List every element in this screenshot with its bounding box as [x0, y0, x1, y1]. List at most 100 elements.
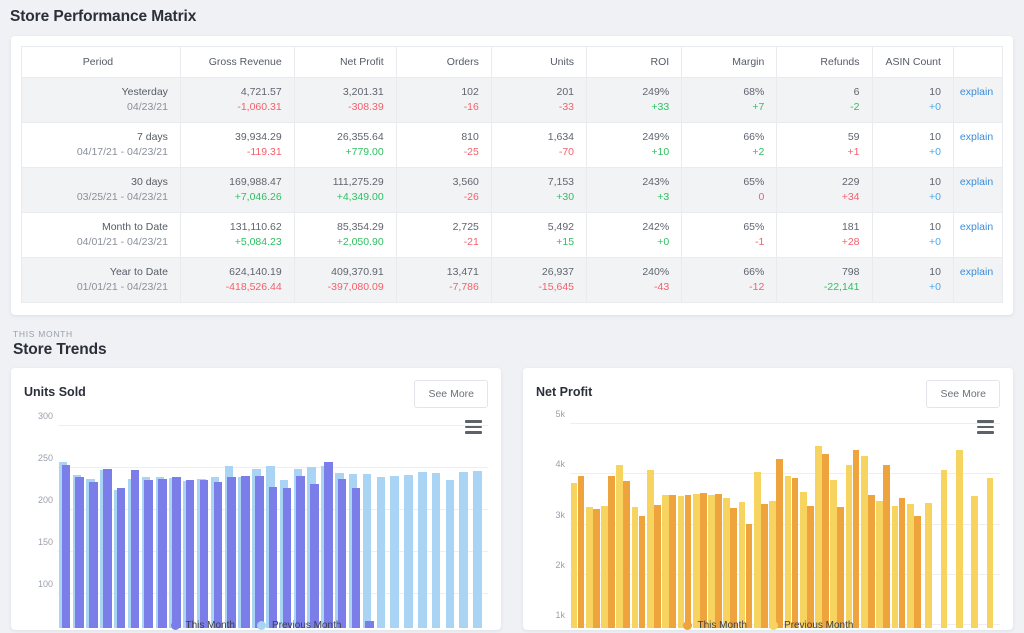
- see-more-button[interactable]: See More: [926, 380, 1000, 408]
- bar-previous-month[interactable]: [362, 474, 372, 628]
- bar-this-month[interactable]: [623, 480, 631, 628]
- bar-previous-month[interactable]: [784, 475, 792, 628]
- bar-previous-month[interactable]: [631, 507, 639, 628]
- bar-this-month[interactable]: [791, 478, 799, 628]
- bar-previous-month[interactable]: [830, 479, 838, 628]
- bar-previous-month[interactable]: [925, 503, 933, 628]
- bar-previous-month[interactable]: [708, 495, 715, 628]
- bar-this-month[interactable]: [654, 505, 661, 628]
- bar-this-month[interactable]: [324, 462, 333, 628]
- bar-previous-month[interactable]: [815, 445, 822, 628]
- explain-link[interactable]: explain: [960, 266, 993, 278]
- bar-this-month[interactable]: [130, 469, 140, 628]
- see-more-button[interactable]: See More: [414, 380, 488, 408]
- bar-this-month[interactable]: [310, 484, 319, 628]
- bar-this-month[interactable]: [144, 479, 154, 628]
- bar-previous-month[interactable]: [971, 496, 978, 628]
- bar-previous-month[interactable]: [585, 507, 593, 628]
- explain-link[interactable]: explain: [960, 221, 993, 233]
- explain-link[interactable]: explain: [960, 131, 993, 143]
- bar-this-month[interactable]: [337, 479, 347, 628]
- legend-item-previous[interactable]: Previous Month: [768, 620, 853, 631]
- bar-this-month[interactable]: [852, 450, 860, 628]
- bar-previous-month[interactable]: [404, 474, 413, 628]
- bar-previous-month[interactable]: [445, 479, 455, 628]
- bar-previous-month[interactable]: [473, 470, 482, 628]
- bar-previous-month[interactable]: [876, 501, 883, 628]
- bar-previous-month[interactable]: [616, 464, 624, 628]
- bar-this-month[interactable]: [577, 476, 585, 628]
- bar-this-month[interactable]: [699, 493, 707, 628]
- bar-this-month[interactable]: [776, 458, 784, 628]
- bar-previous-month[interactable]: [738, 501, 746, 628]
- bar-this-month[interactable]: [158, 479, 167, 628]
- bar-this-month[interactable]: [592, 508, 600, 628]
- bar-this-month[interactable]: [745, 523, 753, 628]
- y-axis-tick-label: 150: [37, 537, 53, 548]
- bar-this-month[interactable]: [715, 494, 722, 628]
- legend-item-current[interactable]: This Month: [682, 620, 747, 631]
- bar-previous-month[interactable]: [906, 504, 914, 628]
- bar-previous-month[interactable]: [956, 450, 963, 628]
- explain-link[interactable]: explain: [960, 86, 993, 98]
- bar-previous-month[interactable]: [769, 501, 776, 628]
- bar-this-month[interactable]: [254, 475, 264, 628]
- bar-previous-month[interactable]: [940, 469, 948, 628]
- bar-slot: [860, 416, 875, 628]
- metric-value: 249%: [642, 131, 670, 143]
- bar-this-month[interactable]: [684, 495, 692, 628]
- bar-previous-month[interactable]: [753, 471, 761, 628]
- bar-previous-month[interactable]: [570, 482, 578, 628]
- bar-previous-month[interactable]: [799, 492, 807, 628]
- performance-matrix-card: Period Gross Revenue Net Profit Orders Units…: [11, 36, 1013, 315]
- bar-this-month[interactable]: [638, 516, 646, 628]
- metric-cell-orders: 2,725 -21: [395, 212, 492, 258]
- bar-previous-month[interactable]: [431, 473, 441, 628]
- bar-previous-month[interactable]: [677, 495, 685, 628]
- bar-this-month[interactable]: [867, 495, 875, 628]
- bar-this-month[interactable]: [806, 505, 814, 628]
- bar-this-month[interactable]: [913, 516, 921, 628]
- bar-this-month[interactable]: [89, 481, 98, 628]
- bar-this-month[interactable]: [761, 504, 768, 628]
- bar-this-month[interactable]: [351, 487, 361, 628]
- bar-this-month[interactable]: [213, 482, 223, 628]
- net-profit-plot: 1k 2k 3k 4k 5k This Month Previous Month: [536, 409, 1000, 631]
- bar-previous-month[interactable]: [692, 494, 700, 628]
- legend-item-current[interactable]: This Month: [170, 620, 235, 631]
- bar-this-month[interactable]: [116, 488, 126, 628]
- bar-this-month[interactable]: [199, 479, 209, 628]
- bar-this-month[interactable]: [296, 475, 305, 628]
- bar-this-month[interactable]: [172, 476, 181, 628]
- bar-previous-month[interactable]: [647, 469, 654, 628]
- bar-previous-month[interactable]: [986, 477, 994, 628]
- bar-previous-month[interactable]: [891, 505, 899, 628]
- bar-this-month[interactable]: [185, 479, 195, 628]
- bar-previous-month[interactable]: [417, 472, 427, 628]
- bar-this-month[interactable]: [898, 498, 906, 628]
- bar-this-month[interactable]: [227, 476, 236, 628]
- bar-previous-month[interactable]: [860, 455, 868, 628]
- bar-this-month[interactable]: [608, 475, 615, 628]
- bar-this-month[interactable]: [61, 464, 71, 628]
- bar-previous-month[interactable]: [662, 495, 670, 628]
- bar-previous-month[interactable]: [601, 506, 608, 628]
- bar-this-month[interactable]: [241, 475, 250, 628]
- bar-this-month[interactable]: [268, 486, 278, 628]
- bar-previous-month[interactable]: [459, 472, 468, 628]
- bar-this-month[interactable]: [669, 494, 677, 628]
- bar-this-month[interactable]: [730, 508, 738, 628]
- bar-this-month[interactable]: [883, 464, 890, 628]
- bar-this-month[interactable]: [837, 507, 845, 628]
- bar-previous-month[interactable]: [723, 497, 731, 628]
- bar-this-month[interactable]: [75, 476, 84, 628]
- bar-previous-month[interactable]: [845, 465, 853, 628]
- legend-item-previous[interactable]: Previous Month: [256, 620, 341, 631]
- bar-this-month[interactable]: [282, 487, 292, 628]
- bar-this-month[interactable]: [103, 469, 112, 628]
- bar-previous-month[interactable]: [390, 475, 399, 628]
- bar-previous-month[interactable]: [376, 477, 386, 628]
- explain-link[interactable]: explain: [960, 176, 993, 188]
- bar-this-month[interactable]: [822, 453, 829, 628]
- column-header-actions: [952, 46, 1004, 78]
